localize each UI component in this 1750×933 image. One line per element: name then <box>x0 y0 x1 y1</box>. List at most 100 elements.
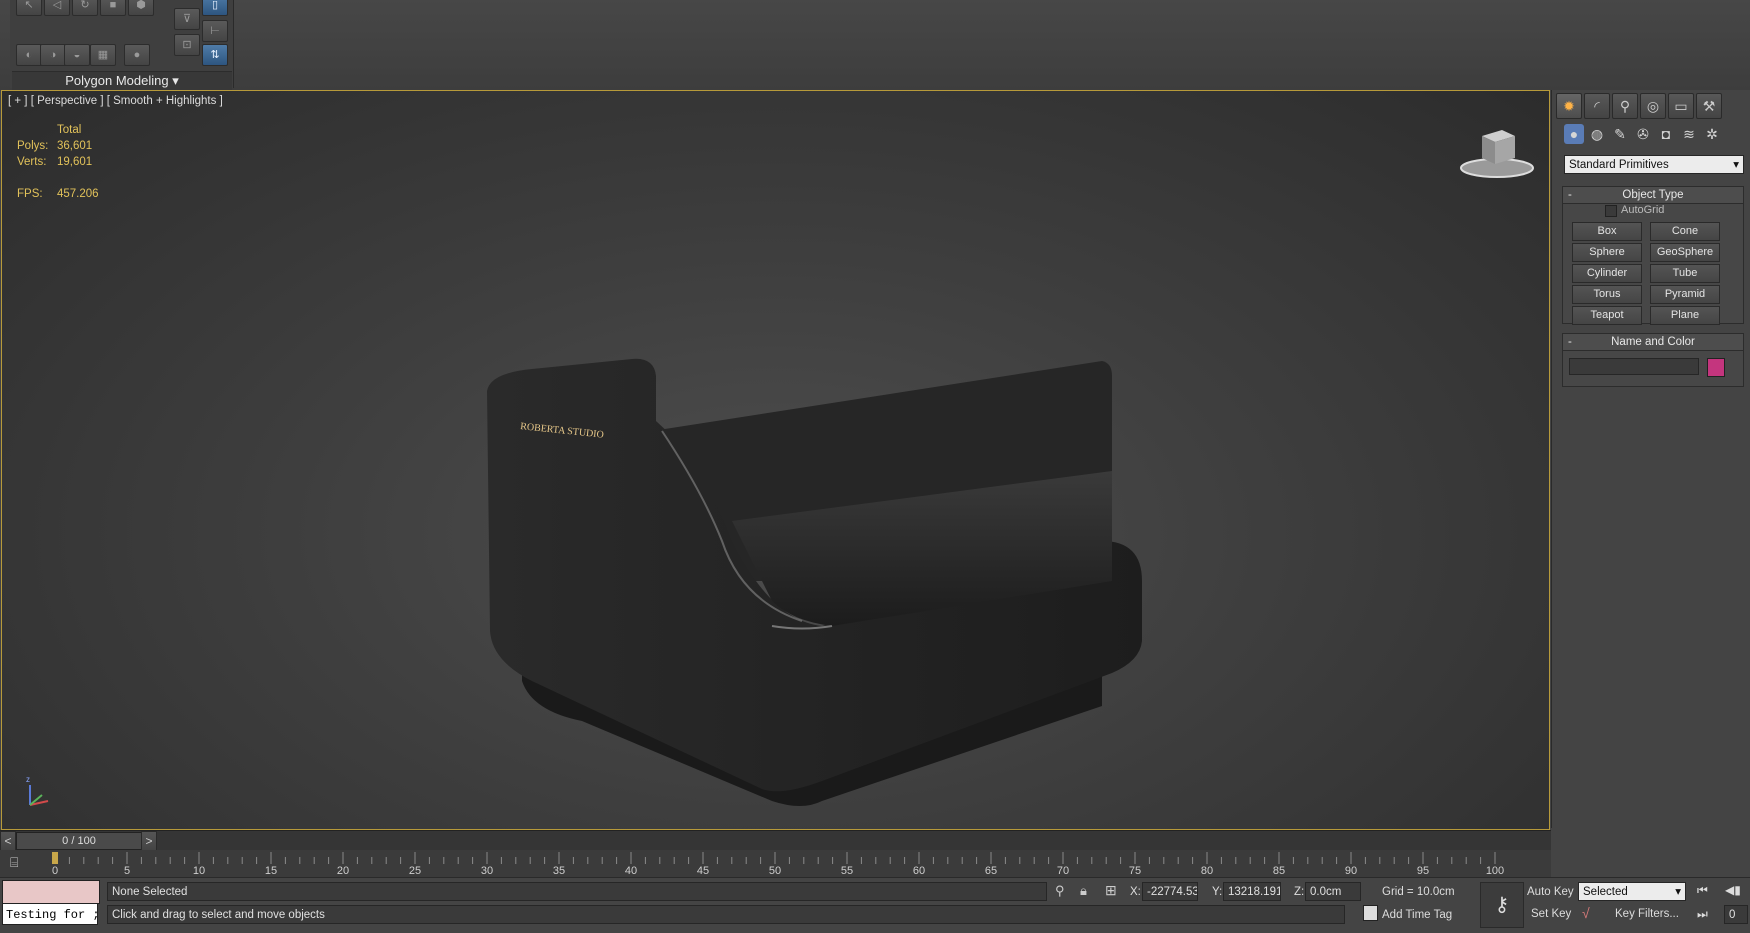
ribbon-square-icon[interactable]: ■ <box>100 0 126 16</box>
ribbon-select-icon[interactable]: ↖ <box>16 0 42 16</box>
tick-label: 35 <box>552 865 566 877</box>
helpers-icon[interactable]: ◘ <box>1656 124 1676 144</box>
tick-label: 85 <box>1272 865 1286 877</box>
track-bar[interactable]: ⌸ 0 5 10 15 20 25 30 35 40 45 50 55 60 65 70 75 80 85 90 95… <box>0 850 1551 877</box>
ribbon-cube-icon[interactable]: ⬢ <box>128 0 154 16</box>
torus-button[interactable]: Torus <box>1572 285 1642 304</box>
shapes-icon[interactable]: ◍ <box>1587 124 1607 144</box>
verts-label: Verts: <box>17 156 47 168</box>
maxscript-listener-output[interactable] <box>2 880 100 904</box>
name-and-color-rollout: - Name and Color <box>1562 333 1744 387</box>
time-slider[interactable]: < 0 / 100 > <box>0 830 1551 851</box>
time-next-button[interactable]: > <box>141 831 157 851</box>
z-coordinate-field[interactable]: 0.0cm <box>1305 882 1361 901</box>
tab-modify[interactable]: ◜ <box>1584 93 1610 119</box>
cone-button[interactable]: Cone <box>1650 222 1720 241</box>
key-mode-toggle-icon[interactable]: ⏭ <box>1697 907 1708 922</box>
ribbon-filter-icon[interactable]: ⊽ <box>174 8 200 30</box>
viewcube-icon[interactable] <box>1457 126 1537 181</box>
set-key-button[interactable]: Set Key <box>1531 908 1571 920</box>
teapot-button[interactable]: Teapot <box>1572 306 1642 325</box>
add-time-tag-button[interactable]: Add Time Tag <box>1382 909 1452 921</box>
tab-create[interactable]: ✹ <box>1556 93 1582 119</box>
geometry-icon[interactable]: ● <box>1564 124 1584 144</box>
tick-label: 70 <box>1056 865 1070 877</box>
chevron-down-icon: ▾ <box>172 73 179 88</box>
maxscript-input[interactable]: Testing for ; <box>2 903 98 925</box>
time-prev-button[interactable]: < <box>0 831 16 851</box>
key-mode-value: Selected <box>1583 886 1628 898</box>
polygon-modeling-label: Polygon Modeling <box>65 73 169 88</box>
go-to-start-icon[interactable]: ⏮ <box>1697 883 1708 898</box>
fps-value: 457.206 <box>57 188 99 200</box>
box-button[interactable]: Box <box>1572 222 1642 241</box>
x-coordinate-field[interactable]: -22774.536 <box>1142 882 1198 901</box>
primitive-type-dropdown[interactable]: Standard Primitives ▾ <box>1564 155 1744 174</box>
y-coordinate-field[interactable]: 13218.191 <box>1223 882 1281 901</box>
polygon-modeling-tab[interactable]: Polygon Modeling ▾ <box>12 71 232 90</box>
autogrid-checkbox[interactable] <box>1605 205 1617 217</box>
selection-status: None Selected <box>107 882 1047 901</box>
perspective-viewport[interactable]: [ + ] [ Perspective ] [ Smooth + Highlig… <box>1 90 1550 830</box>
tab-utilities[interactable]: ⚒ <box>1696 93 1722 119</box>
plane-button[interactable]: Plane <box>1650 306 1720 325</box>
tick-label: 30 <box>480 865 494 877</box>
auto-key-button[interactable]: Auto Key <box>1527 886 1574 898</box>
time-tag-icon[interactable] <box>1363 905 1378 921</box>
key-mode-dropdown[interactable]: Selected ▾ <box>1578 882 1686 901</box>
lock-selection-icon[interactable]: 🔒︎ <box>1080 883 1087 899</box>
tick-label: 0 <box>51 865 59 877</box>
isolate-selection-icon[interactable]: ⚲ <box>1055 883 1065 899</box>
prev-frame-icon[interactable]: ◀▮ <box>1725 883 1741 897</box>
viewport-label-menu[interactable]: [ + ] [ Perspective ] [ Smooth + Highlig… <box>8 95 223 107</box>
verts-value: 19,601 <box>57 156 93 168</box>
ribbon-shrink-icon[interactable]: ⊡ <box>174 34 200 56</box>
ribbon: ↖ ◁ ↻ ■ ⬢ ◐ ◑ ◒ ▦ ● ⊽ ⊡ ▯ ⊢ ⇅ Polygon Mo… <box>0 0 1750 90</box>
tick-label: 65 <box>984 865 998 877</box>
ribbon-small-icon[interactable]: ⊢ <box>202 20 228 42</box>
lights-icon[interactable]: ✎ <box>1610 124 1630 144</box>
object-type-header[interactable]: - Object Type <box>1563 187 1743 204</box>
key-filters-button[interactable]: Key Filters... <box>1615 908 1679 920</box>
tube-button[interactable]: Tube <box>1650 264 1720 283</box>
absolute-transform-icon[interactable]: ⊞ <box>1105 882 1117 899</box>
spacewarps-icon[interactable]: ≋ <box>1679 124 1699 144</box>
ribbon-vertex-icon[interactable]: ◐ <box>16 44 42 66</box>
current-frame-field[interactable]: 0 <box>1724 905 1748 924</box>
ribbon-rotate-icon[interactable]: ↻ <box>72 0 98 16</box>
polys-value: 36,601 <box>57 140 93 152</box>
name-and-color-header[interactable]: - Name and Color <box>1563 334 1743 351</box>
object-name-input[interactable] <box>1569 358 1699 375</box>
object-color-swatch[interactable] <box>1707 358 1725 377</box>
tick-label: 25 <box>408 865 422 877</box>
object-type-rollout: - Object Type AutoGrid Box Cone Sphere G… <box>1562 186 1744 325</box>
systems-icon[interactable]: ✲ <box>1702 124 1722 144</box>
axis-tripod-icon: z <box>26 775 49 806</box>
geosphere-button[interactable]: GeoSphere <box>1650 243 1720 262</box>
ribbon-ignore-backfacing-icon[interactable]: ▯ <box>202 0 228 16</box>
cameras-icon[interactable]: ✇ <box>1633 124 1653 144</box>
ribbon-edge-icon[interactable]: ◑ <box>40 44 66 66</box>
tab-display[interactable]: ▭ <box>1668 93 1694 119</box>
sofa-model[interactable]: ROBERTA STUDIO <box>472 281 1152 830</box>
tick-label: 40 <box>624 865 638 877</box>
prompt-line: Click and drag to select and move object… <box>107 905 1345 924</box>
ribbon-polygon-icon[interactable]: ▦ <box>90 44 116 66</box>
ribbon-border-icon[interactable]: ◒ <box>64 44 90 66</box>
ribbon-element-icon[interactable]: ● <box>124 44 150 66</box>
sphere-button[interactable]: Sphere <box>1572 243 1642 262</box>
tick-label: 100 <box>1485 865 1505 877</box>
ribbon-stack-icon[interactable]: ⇅ <box>202 44 228 66</box>
cylinder-button[interactable]: Cylinder <box>1572 264 1642 283</box>
tick-label: 90 <box>1344 865 1358 877</box>
key-icon[interactable]: ⚷ <box>1480 882 1524 928</box>
pyramid-button[interactable]: Pyramid <box>1650 285 1720 304</box>
key-curve-icon[interactable]: √ <box>1582 905 1590 921</box>
tick-label: 5 <box>123 865 131 877</box>
command-panel: ✹ ◜ ⚲ ◎ ▭ ⚒ ● ◍ ✎ ✇ ◘ ≋ ✲ Standard Primi… <box>1551 90 1750 828</box>
axis-z-label: z <box>26 775 30 784</box>
ribbon-move-icon[interactable]: ◁ <box>44 0 70 16</box>
time-slider-thumb[interactable]: 0 / 100 <box>16 832 142 850</box>
tab-hierarchy[interactable]: ⚲ <box>1612 93 1638 119</box>
tab-motion[interactable]: ◎ <box>1640 93 1666 119</box>
